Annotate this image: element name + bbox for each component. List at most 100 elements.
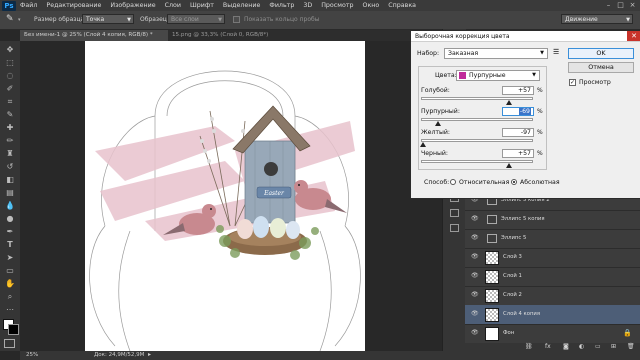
lasso-tool-icon[interactable]: ◌ [5,71,15,81]
maximize-icon[interactable]: □ [616,1,625,9]
preview-checkbox[interactable]: ✓ [569,79,576,86]
slider-handle-1[interactable] [435,121,442,126]
slider-handle-3[interactable] [505,163,512,168]
menu-edit[interactable]: Редактирование [46,2,101,9]
slider-track-3[interactable] [421,160,533,163]
gradient-tool-icon[interactable]: ▤ [5,188,15,198]
pen-tool-icon[interactable]: ✒ [5,227,15,237]
menu-type[interactable]: Шрифт [190,2,214,9]
adjustment-layer-icon[interactable]: ◐ [579,343,584,350]
close-icon[interactable]: ✕ [627,31,640,41]
slider-handle-2[interactable] [419,142,426,147]
eyedropper-tool-icon[interactable]: ✎ [6,14,17,25]
artwork: Easter [89,70,361,351]
menu-filter[interactable]: Фильтр [269,2,294,9]
eye-icon[interactable]: 👁 [471,216,479,222]
marquee-tool-icon[interactable]: ⬚ [5,58,15,68]
properties-panel-icon[interactable] [450,209,459,217]
menu-select[interactable]: Выделение [223,2,261,9]
link-layers-icon[interactable]: ⛓ [525,343,533,350]
trash-icon[interactable]: 🗑 [627,343,635,350]
eye-icon[interactable]: 👁 [471,235,479,241]
close-window-icon[interactable]: × [628,1,637,9]
shape-tool-icon[interactable]: ▭ [5,266,15,276]
more-tools-icon[interactable]: ⋯ [5,305,15,315]
layer-row[interactable]: 👁 Слой 3 [465,248,640,268]
quick-select-tool-icon[interactable]: ✐ [5,84,15,94]
adjustments-panel-icon[interactable] [450,224,459,232]
layer-row[interactable]: 👁 Слой 2 [465,286,640,306]
hand-tool-icon[interactable]: ✋ [5,279,15,289]
clone-stamp-icon[interactable]: ♜ [5,149,15,159]
type-tool-icon[interactable]: T [5,240,15,250]
folder-icon[interactable]: ▭ [595,343,601,350]
tab-document-2[interactable]: 15.png @ 33,3% (Слой 0, RGB/8*) [168,30,296,41]
menu-image[interactable]: Изображение [110,2,155,9]
status-arrow-icon[interactable]: ▸ [148,351,151,358]
brush-tool-icon[interactable]: ✏ [5,136,15,146]
document-canvas[interactable]: Easter [85,41,365,351]
layer-row[interactable]: 👁 Эллипс 5 копия [465,210,640,230]
slider-unit-0: % [537,87,543,94]
eye-icon[interactable]: 👁 [471,330,479,336]
menu-help[interactable]: Справка [388,2,416,9]
menu-bar: Ps Файл Редактирование Изображение Слои … [0,0,640,11]
zoom-tool-icon[interactable]: ⌕ [5,292,15,302]
menu-view[interactable]: Просмотр [321,2,353,9]
ok-button[interactable]: OK [568,48,634,59]
tool-preset-caret-icon[interactable]: ▾ [18,17,21,23]
eye-icon[interactable]: 👁 [471,311,479,317]
chevron-down-icon: ▼ [532,72,536,78]
zoom-level[interactable]: 25% [26,352,38,358]
blur-tool-icon[interactable]: 💧 [5,201,15,211]
fx-icon[interactable]: fx [545,343,551,350]
slider-value-input-1[interactable]: -69 [502,107,534,116]
show-ring-checkbox[interactable] [233,16,240,23]
layer-row[interactable]: 👁 Слой 4 копия [465,305,640,325]
background-color-swatch[interactable] [8,324,19,335]
slider-track-2[interactable] [421,139,533,142]
shape-layer-icon [487,215,497,224]
slider-unit-1: % [537,108,543,115]
eye-icon[interactable]: 👁 [471,254,479,260]
menu-3d[interactable]: 3D [303,2,312,9]
document-tab-bar: Без имени-1 @ 25% (Слой 4 копия, RGB/8) … [20,30,410,41]
path-select-icon[interactable]: ➤ [5,253,15,263]
history-brush-icon[interactable]: ↺ [5,162,15,172]
slider-handle-0[interactable] [505,100,512,105]
menu-window[interactable]: Окно [363,2,380,9]
sample-size-select[interactable]: Точка ▼ [82,14,134,24]
colors-select[interactable]: Пурпурные ▼ [456,70,540,81]
slider-value-input-0[interactable]: +57 [502,86,534,95]
slider-track-0[interactable] [421,97,533,100]
cancel-button[interactable]: Отмена [568,62,634,73]
slider-value-input-3[interactable]: +57 [502,149,534,158]
eraser-tool-icon[interactable]: ◧ [5,175,15,185]
eyedropper-icon[interactable]: ✎ [5,110,15,120]
layer-thumbnail [485,327,499,341]
quick-mask-icon[interactable] [4,339,15,348]
new-layer-icon[interactable]: ⊞ [611,343,616,350]
eye-icon[interactable]: 👁 [471,292,479,298]
menu-layers[interactable]: Слои [165,2,181,9]
menu-file[interactable]: Файл [20,2,37,9]
layer-row[interactable]: 👁 Слой 1 [465,267,640,287]
mask-icon[interactable]: ◙ [563,343,569,350]
minimize-icon[interactable]: – [604,1,613,9]
dodge-tool-icon[interactable]: ● [5,214,15,224]
preset-select[interactable]: Заказная ▼ [444,48,548,59]
preset-options-icon[interactable]: ☰ [553,48,559,56]
tab-document-1[interactable]: Без имени-1 @ 25% (Слой 4 копия, RGB/8) … [20,30,168,41]
slider-value-input-2[interactable]: -97 [502,128,534,137]
move-tool-icon[interactable]: ✥ [5,45,15,55]
healing-brush-icon[interactable]: ✚ [5,123,15,133]
method-relative-radio[interactable] [450,179,456,185]
method-absolute-radio[interactable] [511,179,517,185]
workspace-select[interactable]: Движение ▼ [561,14,633,24]
layer-row[interactable]: 👁 Фон 🔒 [465,324,640,344]
sample-select[interactable]: Все слои ▼ [167,14,225,24]
layer-row[interactable]: 👁 Эллипс 5 [465,229,640,249]
layer-name: Эллипс 5 [501,235,527,241]
eye-icon[interactable]: 👁 [471,273,479,279]
crop-tool-icon[interactable]: ⌗ [5,97,15,107]
